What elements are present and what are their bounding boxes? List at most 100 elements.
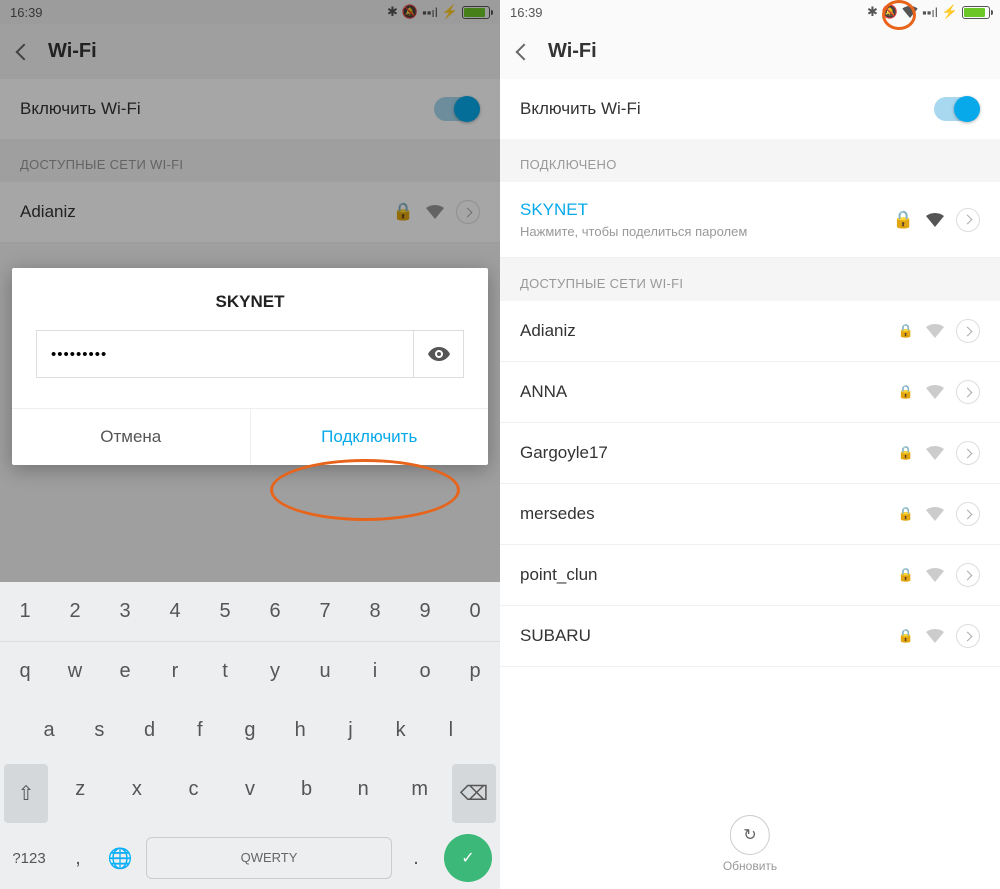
key-r[interactable]: r: [150, 642, 200, 701]
refresh-button[interactable]: ↻ Обновить: [723, 815, 777, 873]
toggle-switch[interactable]: [934, 97, 980, 121]
backspace-key[interactable]: ⌫: [452, 764, 496, 823]
network-row[interactable]: ANNA🔒: [500, 362, 1000, 423]
wifi-toggle-label: Включить Wi-Fi: [520, 99, 641, 119]
lock-icon: 🔒: [893, 210, 914, 230]
key-n[interactable]: n: [335, 760, 392, 819]
show-password-icon[interactable]: [413, 331, 463, 377]
key-p[interactable]: p: [450, 642, 500, 701]
network-row[interactable]: mersedes 🔒: [500, 484, 1000, 545]
wifi-toggle-row[interactable]: Включить Wi-Fi: [500, 79, 1000, 139]
key-s[interactable]: s: [74, 701, 124, 760]
dnd-icon: 🔕: [882, 4, 898, 20]
details-arrow-icon[interactable]: [956, 380, 980, 404]
network-row[interactable]: Adianiz🔒: [500, 301, 1000, 362]
key-t[interactable]: t: [200, 642, 250, 701]
network-list: Adianiz🔒ANNA🔒Gargoyle17🔒mersedes🔒point_c…: [500, 301, 1000, 667]
key-h[interactable]: h: [275, 701, 325, 760]
battery-icon: [962, 6, 990, 19]
key-e[interactable]: e: [100, 642, 150, 701]
kb-row-3: ⇧ zxcvbnm ⌫: [0, 760, 500, 827]
key-v[interactable]: v: [222, 760, 279, 819]
key-i[interactable]: i: [350, 642, 400, 701]
key-7[interactable]: 7: [300, 582, 350, 641]
network-name: mersedes: [520, 504, 886, 524]
keyboard: 1234567890 qwertyuiop asdfghjkl ⇧ zxcvbn…: [0, 582, 500, 889]
dialog-title: SKYNET: [12, 268, 488, 330]
lock-icon: 🔒: [898, 567, 914, 583]
network-hint: Нажмите, чтобы поделиться паролем: [520, 224, 881, 239]
connected-network-row[interactable]: SKYNET Нажмите, чтобы поделиться паролем…: [500, 182, 1000, 258]
key-9[interactable]: 9: [400, 582, 450, 641]
refresh-icon: ↻: [730, 815, 770, 855]
key-6[interactable]: 6: [250, 582, 300, 641]
details-arrow-icon[interactable]: [956, 208, 980, 232]
key-a[interactable]: a: [24, 701, 74, 760]
key-d[interactable]: d: [124, 701, 174, 760]
comma-key[interactable]: ,: [58, 829, 98, 888]
key-0[interactable]: 0: [450, 582, 500, 641]
key-l[interactable]: l: [426, 701, 476, 760]
dialog-buttons: Отмена Подключить: [12, 408, 488, 465]
space-key[interactable]: QWERTY: [146, 837, 392, 879]
key-1[interactable]: 1: [0, 582, 50, 641]
key-c[interactable]: c: [165, 760, 222, 819]
details-arrow-icon[interactable]: [956, 502, 980, 526]
key-j[interactable]: j: [325, 701, 375, 760]
key-g[interactable]: g: [225, 701, 275, 760]
key-q[interactable]: q: [0, 642, 50, 701]
wifi-signal-icon: [926, 324, 944, 338]
period-key[interactable]: .: [396, 829, 436, 888]
key-z[interactable]: z: [52, 760, 109, 819]
network-row[interactable]: Gargoyle17 🔒: [500, 423, 1000, 484]
network-row[interactable]: point_clun🔒: [500, 545, 1000, 606]
status-bar: 16:39 ✱ 🔕 ▪▪ıl ⚡: [500, 0, 1000, 24]
key-b[interactable]: b: [278, 760, 335, 819]
key-4[interactable]: 4: [150, 582, 200, 641]
status-time: 16:39: [510, 5, 543, 20]
wifi-status-icon: [902, 6, 918, 18]
key-x[interactable]: x: [109, 760, 166, 819]
details-arrow-icon[interactable]: [956, 441, 980, 465]
bluetooth-icon: ✱: [867, 4, 878, 20]
cancel-button[interactable]: Отмена: [12, 409, 251, 465]
key-m[interactable]: m: [391, 760, 448, 819]
key-2[interactable]: 2: [50, 582, 100, 641]
key-o[interactable]: o: [400, 642, 450, 701]
screen-left: 16:39 ✱ 🔕 ▪▪ıl ⚡ Wi-Fi Включить Wi-Fi ДО…: [0, 0, 500, 889]
kb-row-nums: 1234567890: [0, 582, 500, 642]
wifi-signal-icon: [926, 385, 944, 399]
screen-right: 16:39 ✱ 🔕 ▪▪ıl ⚡ Wi-Fi Включить Wi-Fi ПО…: [500, 0, 1000, 889]
section-connected: ПОДКЛЮЧЕНО: [500, 139, 1000, 182]
key-w[interactable]: w: [50, 642, 100, 701]
password-input[interactable]: [37, 346, 413, 363]
wifi-signal-icon: [926, 446, 944, 460]
details-arrow-icon[interactable]: [956, 319, 980, 343]
key-y[interactable]: y: [250, 642, 300, 701]
key-u[interactable]: u: [300, 642, 350, 701]
details-arrow-icon[interactable]: [956, 563, 980, 587]
connect-button[interactable]: Подключить: [251, 409, 489, 465]
key-f[interactable]: f: [175, 701, 225, 760]
signal-icon: ▪▪ıl: [922, 5, 938, 20]
password-dialog: SKYNET Отмена Подключить: [12, 268, 488, 465]
symbols-key[interactable]: ?123: [0, 829, 58, 888]
details-arrow-icon[interactable]: [956, 624, 980, 648]
key-5[interactable]: 5: [200, 582, 250, 641]
key-k[interactable]: k: [376, 701, 426, 760]
wifi-signal-icon: [926, 507, 944, 521]
lock-icon: 🔒: [898, 506, 914, 522]
back-icon[interactable]: [516, 43, 533, 60]
network-name: SUBARU: [520, 626, 886, 646]
enter-key[interactable]: ✓: [444, 834, 492, 882]
key-8[interactable]: 8: [350, 582, 400, 641]
password-row: [36, 330, 464, 378]
shift-key[interactable]: ⇧: [4, 764, 48, 823]
lock-icon: 🔒: [898, 445, 914, 461]
network-row[interactable]: SUBARU🔒: [500, 606, 1000, 667]
network-name: Gargoyle17: [520, 443, 886, 463]
lock-icon: 🔒: [898, 323, 914, 339]
refresh-label: Обновить: [723, 859, 777, 873]
globe-icon[interactable]: 🌐: [98, 829, 142, 888]
key-3[interactable]: 3: [100, 582, 150, 641]
